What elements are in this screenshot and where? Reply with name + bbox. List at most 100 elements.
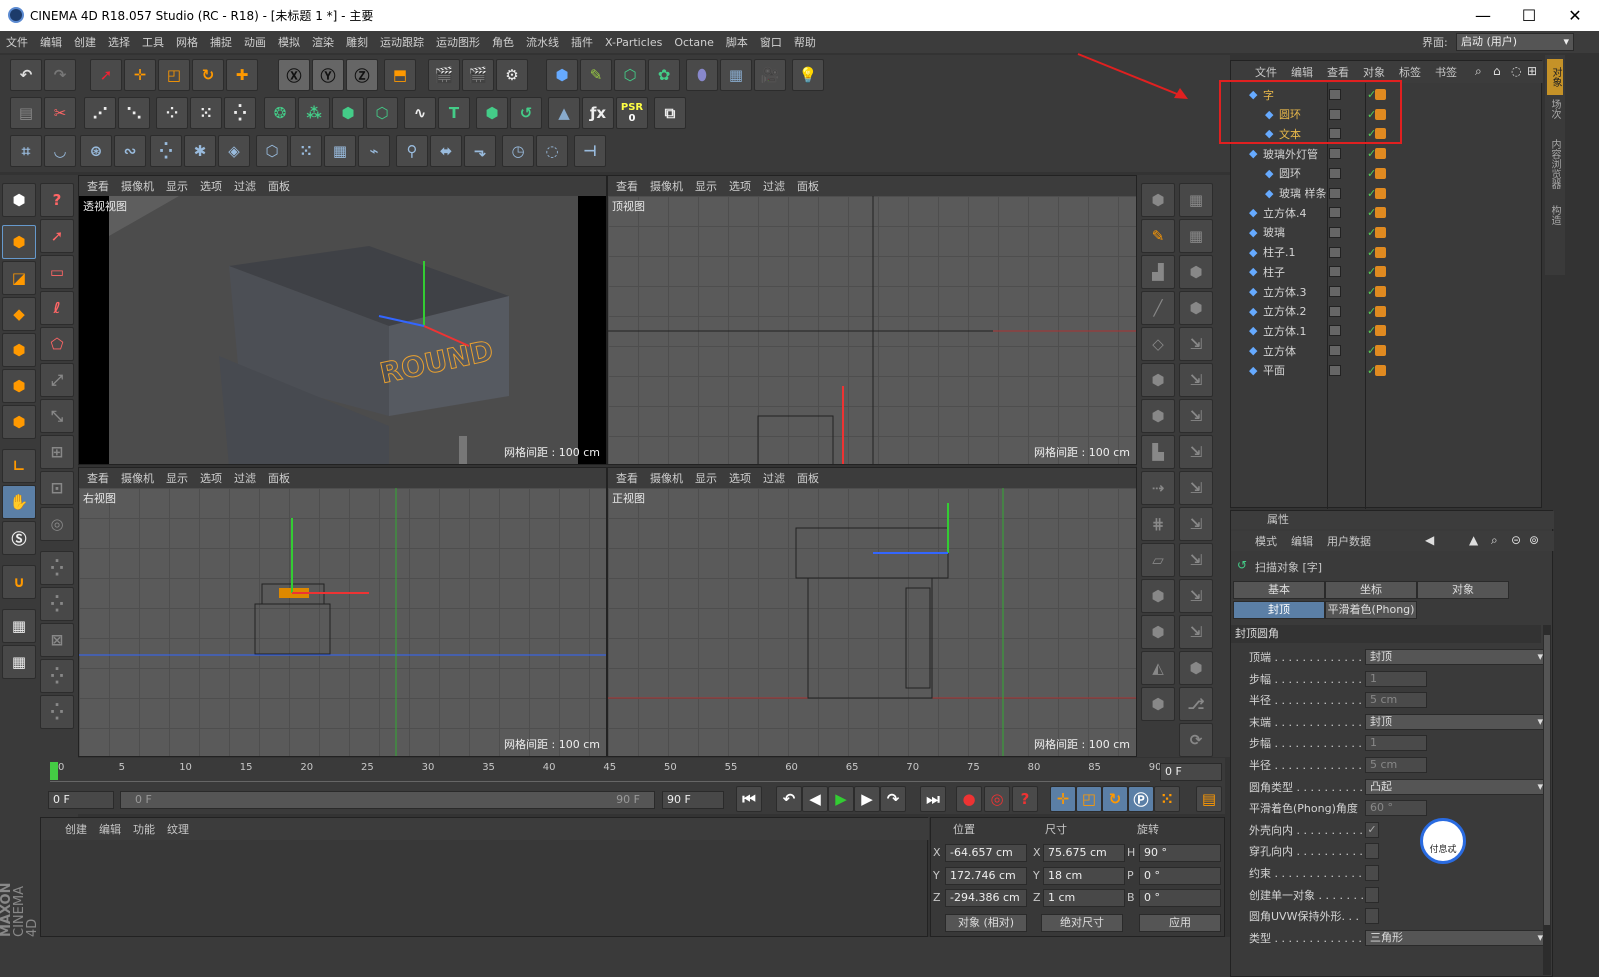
menu-item[interactable]: 网格 (170, 34, 204, 50)
light-icon[interactable]: 💡 (792, 59, 824, 91)
viewport-menu-item[interactable]: 过滤 (234, 470, 256, 486)
object-row[interactable]: ◆ 立方体.1 ✓ (1231, 321, 1543, 340)
attribute-dropdown[interactable]: 三角形 (1365, 929, 1548, 946)
text-icon[interactable]: T (438, 97, 470, 129)
palette-b8-icon[interactable]: ⇲ (1179, 435, 1213, 469)
palette-cube3-icon[interactable]: ⬢ (1141, 579, 1175, 613)
layer-toggle[interactable] (1329, 286, 1341, 297)
rotate-icon[interactable]: ↻ (192, 59, 224, 91)
scale-icon[interactable]: ◰ (158, 59, 190, 91)
bend-icon[interactable]: ⊛ (80, 135, 112, 167)
key-param-icon[interactable]: Ⓟ (1128, 786, 1154, 812)
undo-icon[interactable]: ↶ (10, 59, 42, 91)
menu-item[interactable]: 文件 (0, 34, 34, 50)
layer-toggle[interactable] (1329, 305, 1341, 317)
side-tab-objects[interactable]: 对象 (1547, 59, 1563, 95)
perspective-canvas[interactable]: ROUND (79, 196, 606, 464)
attribute-number[interactable]: 60 ° (1365, 800, 1427, 817)
up-arrow-icon[interactable]: ▲ (1469, 533, 1478, 547)
go-to-start-icon[interactable]: ⏮ (736, 786, 762, 812)
coord-pos-field[interactable]: -64.657 cm (945, 844, 1027, 862)
knife-icon[interactable]: ✂ (44, 97, 76, 129)
viewport-menu-item[interactable]: 面板 (268, 178, 290, 194)
material-menu-item[interactable]: 编辑 (99, 821, 121, 837)
menu-item[interactable]: 编辑 (34, 34, 68, 50)
palette-cube4-icon[interactable]: ⬢ (1141, 615, 1175, 649)
coord-size-mode-select[interactable]: 绝对尺寸 (1041, 914, 1123, 932)
viewport-menu-item[interactable]: 摄像机 (121, 178, 154, 194)
object-menu-item[interactable]: 文件 (1255, 64, 1277, 80)
attribute-dropdown[interactable]: 封顶 (1365, 649, 1548, 665)
key-scale-icon[interactable]: ◰ (1076, 786, 1102, 812)
apply-button[interactable]: 应用 (1139, 914, 1221, 932)
x-axis-icon[interactable]: Ⓧ (278, 59, 310, 91)
attribute-checkbox[interactable]: ✓ (1365, 821, 1379, 838)
dots-tool-2-icon[interactable]: ⁛ (40, 695, 74, 729)
attr-menu-item[interactable]: 用户数据 (1327, 533, 1371, 549)
material-menu-item[interactable]: 功能 (133, 821, 155, 837)
live-select-icon[interactable]: ✚ (226, 59, 258, 91)
phong-tag-icon[interactable] (1375, 207, 1386, 219)
viewport-menu-item[interactable]: 显示 (695, 470, 717, 486)
material-menu-item[interactable]: 纹理 (167, 821, 189, 837)
palette-b2-icon[interactable]: ▦ (1179, 219, 1213, 253)
viewport-right[interactable]: 查看 摄像机 显示 选项 过滤 面板 右视图 网格间距 : 100 cm (78, 467, 607, 757)
coord-size-field[interactable]: 18 cm (1043, 866, 1125, 885)
clone-tool-icon[interactable]: ⁛ (40, 587, 74, 621)
layer-toggle[interactable] (1329, 325, 1341, 337)
tab-caps[interactable]: 封顶 (1233, 601, 1325, 619)
menu-item[interactable]: 帮助 (788, 34, 822, 50)
palette-b4-icon[interactable]: ⬢ (1179, 291, 1213, 325)
coord-size-field[interactable]: 75.675 cm (1043, 844, 1125, 862)
attribute-dropdown[interactable]: 封顶 (1365, 713, 1548, 730)
menu-item[interactable]: 窗口 (754, 34, 788, 50)
tab-phong[interactable]: 平滑着色(Phong) (1325, 601, 1417, 619)
snap-icon[interactable]: ∪ (2, 565, 36, 599)
layer-toggle[interactable] (1329, 167, 1341, 179)
palette-line-icon[interactable]: ╱ (1141, 291, 1175, 325)
xpresso-icon[interactable]: ƒx (582, 97, 614, 129)
settings-icon[interactable]: ⊚ (1529, 533, 1539, 547)
attr-menu-item[interactable]: 编辑 (1291, 533, 1313, 549)
viewport-menu-item[interactable]: 查看 (87, 470, 109, 486)
phong-tag-icon[interactable] (1375, 246, 1386, 258)
pen-icon[interactable]: ✎ (580, 59, 612, 91)
play-icon[interactable]: ▶ (828, 786, 854, 812)
twist-icon[interactable]: ∾ (114, 135, 146, 167)
attr-search-icon[interactable]: ⌕ (1491, 533, 1498, 548)
select-cursor-icon[interactable]: ➚ (90, 59, 122, 91)
effector-icon[interactable]: ⬡ (256, 135, 288, 167)
layer-toggle[interactable] (1329, 187, 1341, 199)
viewport-menu-item[interactable]: 摄像机 (121, 470, 154, 486)
menu-item[interactable]: 脚本 (720, 34, 754, 50)
object-row[interactable]: ◆ 立方体 ✓ (1231, 341, 1543, 360)
viewport-menu-item[interactable]: 过滤 (763, 178, 785, 194)
tab-object[interactable]: 对象 (1417, 581, 1509, 599)
viewport-menu-item[interactable]: 显示 (695, 178, 717, 194)
bevel-icon[interactable]: ◎ (40, 507, 74, 541)
object-row[interactable]: ◆ 立方体.3 ✓ (1231, 282, 1543, 301)
attr-scrollbar[interactable] (1543, 625, 1551, 975)
extrude-tool-icon[interactable]: ⊞ (40, 435, 74, 469)
coord-pos-field[interactable]: -294.386 cm (945, 889, 1027, 907)
prev-frame-icon[interactable]: ◀ (802, 786, 828, 812)
inner-extrude-icon[interactable]: ⊡ (40, 471, 74, 505)
menu-item[interactable]: 选择 (102, 34, 136, 50)
psr-icon[interactable]: PSR 0 (616, 97, 648, 129)
key-rotation-icon[interactable]: ↻ (1102, 786, 1128, 812)
auto-key-icon[interactable]: ◎ (984, 786, 1010, 812)
viewport-menu-item[interactable]: 查看 (87, 178, 109, 194)
solo-icon[interactable]: Ⓢ (2, 521, 36, 555)
phong-tag-icon[interactable] (1375, 226, 1386, 238)
start-frame-field[interactable]: 0 F (48, 791, 114, 809)
palette-box-icon[interactable]: ⬢ (1141, 363, 1175, 397)
menu-item[interactable]: 工具 (136, 34, 170, 50)
shatter-icon[interactable]: ✱ (184, 135, 216, 167)
menu-item[interactable]: Octane (668, 36, 720, 49)
layer-toggle[interactable] (1329, 266, 1341, 278)
layer-toggle[interactable] (1329, 246, 1341, 258)
end-frame-field[interactable]: 90 F (662, 791, 724, 809)
coord-rot-field[interactable]: 90 ° (1139, 844, 1221, 862)
attr-menu-item[interactable]: 模式 (1255, 533, 1277, 549)
palette-b9-icon[interactable]: ⇲ (1179, 471, 1213, 505)
